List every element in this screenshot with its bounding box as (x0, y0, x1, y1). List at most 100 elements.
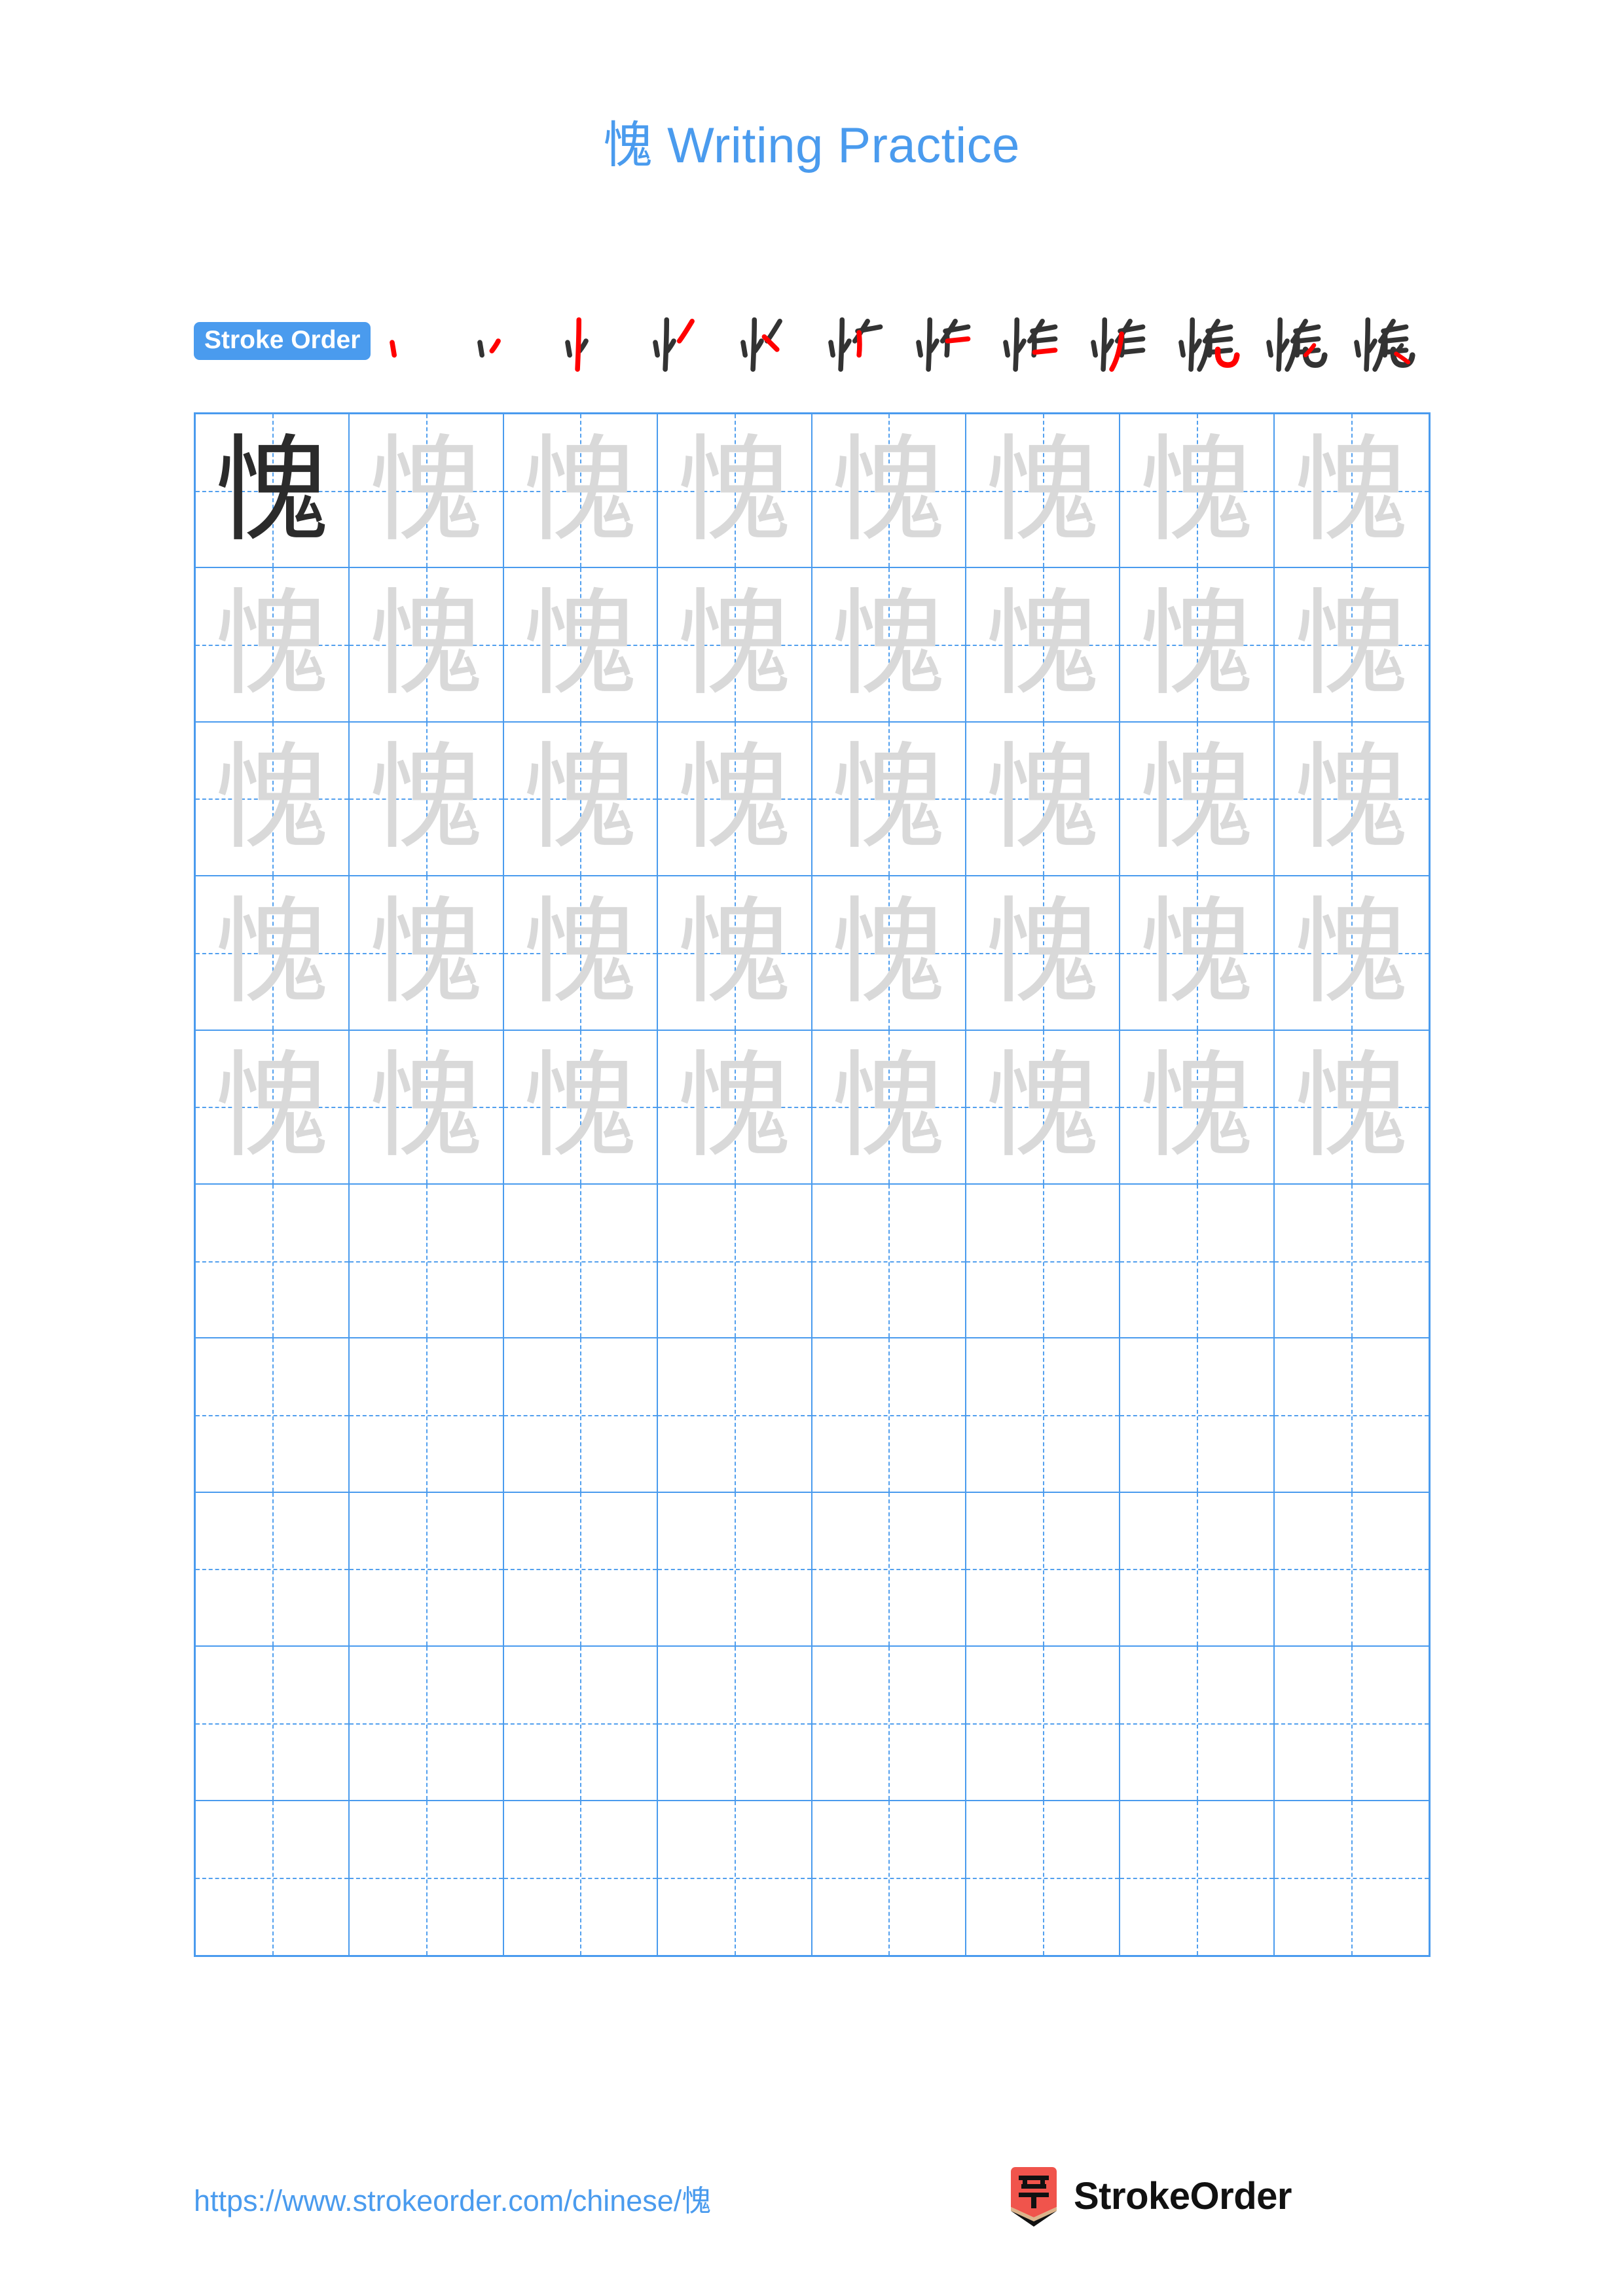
practice-cell-r5-c1[interactable]: 愧 (196, 1030, 350, 1185)
practice-cell-r10-c7[interactable] (1120, 1801, 1275, 1955)
practice-cell-r4-c1[interactable]: 愧 (196, 876, 350, 1031)
practice-cell-r5-c8[interactable]: 愧 (1274, 1030, 1429, 1185)
practice-cell-r6-c5[interactable] (812, 1184, 966, 1339)
practice-cell-r3-c8[interactable]: 愧 (1274, 722, 1429, 877)
practice-cell-r5-c4[interactable]: 愧 (658, 1030, 812, 1185)
practice-cell-r6-c2[interactable] (350, 1184, 504, 1339)
practice-cell-r10-c4[interactable] (658, 1801, 812, 1955)
practice-cell-r4-c8[interactable]: 愧 (1274, 876, 1429, 1031)
practice-cell-r9-c5[interactable] (812, 1647, 966, 1801)
stroke-step-12 (1340, 306, 1427, 376)
practice-cell-r6-c4[interactable] (658, 1184, 812, 1339)
practice-cell-r2-c3[interactable]: 愧 (503, 568, 659, 723)
trace-character: 愧 (676, 577, 792, 712)
practice-cell-r6-c8[interactable] (1274, 1184, 1429, 1339)
practice-cell-r9-c4[interactable] (658, 1647, 812, 1801)
practice-cell-r10-c5[interactable] (812, 1801, 966, 1955)
practice-cell-r8-c5[interactable] (812, 1492, 966, 1647)
practice-cell-r3-c4[interactable]: 愧 (658, 722, 812, 877)
practice-cell-r9-c3[interactable] (503, 1647, 659, 1801)
practice-cell-r2-c1[interactable]: 愧 (196, 568, 350, 723)
practice-cell-r8-c3[interactable] (503, 1492, 659, 1647)
brand-name: StrokeOrder (1074, 2175, 1292, 2217)
practice-cell-r1-c5[interactable]: 愧 (812, 414, 966, 569)
practice-cell-r3-c6[interactable]: 愧 (966, 722, 1121, 877)
trace-character: 愧 (214, 1039, 330, 1174)
practice-cell-r6-c6[interactable] (966, 1184, 1121, 1339)
practice-cell-r5-c5[interactable]: 愧 (812, 1030, 966, 1185)
practice-cell-r7-c7[interactable] (1120, 1338, 1275, 1493)
practice-cell-r10-c3[interactable] (503, 1801, 659, 1955)
footer-url-link[interactable]: https://www.strokeorder.com/chinese/愧 (194, 2177, 711, 2219)
practice-cell-r3-c2[interactable]: 愧 (350, 722, 504, 877)
practice-cell-r7-c2[interactable] (350, 1338, 504, 1493)
practice-cell-r8-c2[interactable] (350, 1492, 504, 1647)
stroke-step-7 (902, 306, 989, 376)
trace-character: 愧 (1139, 731, 1254, 866)
practice-cell-r1-c8[interactable]: 愧 (1274, 414, 1429, 569)
practice-cell-r4-c2[interactable]: 愧 (350, 876, 504, 1031)
practice-cell-r5-c2[interactable]: 愧 (350, 1030, 504, 1185)
practice-cell-r8-c8[interactable] (1274, 1492, 1429, 1647)
practice-cell-r1-c4[interactable]: 愧 (658, 414, 812, 569)
practice-cell-r2-c6[interactable]: 愧 (966, 568, 1121, 723)
practice-cell-r5-c6[interactable]: 愧 (966, 1030, 1121, 1185)
practice-cell-r6-c1[interactable] (196, 1184, 350, 1339)
trace-character: 愧 (522, 577, 638, 712)
practice-cell-r9-c7[interactable] (1120, 1647, 1275, 1801)
practice-cell-r9-c1[interactable] (196, 1647, 350, 1801)
trace-character: 愧 (985, 577, 1101, 712)
practice-cell-r7-c4[interactable] (658, 1338, 812, 1493)
trace-character: 愧 (831, 423, 947, 558)
stroke-order-section: Stroke Order (194, 305, 1431, 377)
practice-cell-r9-c6[interactable] (966, 1647, 1121, 1801)
trace-character: 愧 (522, 731, 638, 866)
practice-cell-r1-c3[interactable]: 愧 (503, 414, 659, 569)
trace-character: 愧 (522, 885, 638, 1020)
practice-cell-r9-c8[interactable] (1274, 1647, 1429, 1801)
stroke-step-3 (551, 306, 638, 376)
practice-cell-r2-c4[interactable]: 愧 (658, 568, 812, 723)
practice-cell-r2-c7[interactable]: 愧 (1120, 568, 1275, 723)
practice-cell-r8-c7[interactable] (1120, 1492, 1275, 1647)
practice-cell-r7-c3[interactable] (503, 1338, 659, 1493)
practice-cell-r4-c5[interactable]: 愧 (812, 876, 966, 1031)
practice-cell-r10-c1[interactable] (196, 1801, 350, 1955)
practice-cell-r7-c1[interactable] (196, 1338, 350, 1493)
practice-cell-r2-c2[interactable]: 愧 (350, 568, 504, 723)
practice-cell-r2-c5[interactable]: 愧 (812, 568, 966, 723)
trace-character: 愧 (985, 885, 1101, 1020)
practice-cell-r6-c7[interactable] (1120, 1184, 1275, 1339)
stroke-step-8 (989, 306, 1076, 376)
practice-cell-r4-c3[interactable]: 愧 (503, 876, 659, 1031)
practice-cell-r6-c3[interactable] (503, 1184, 659, 1339)
practice-cell-r3-c5[interactable]: 愧 (812, 722, 966, 877)
trace-character: 愧 (1294, 731, 1410, 866)
practice-cell-r4-c4[interactable]: 愧 (658, 876, 812, 1031)
practice-cell-r10-c2[interactable] (350, 1801, 504, 1955)
practice-cell-r7-c6[interactable] (966, 1338, 1121, 1493)
practice-cell-r4-c7[interactable]: 愧 (1120, 876, 1275, 1031)
practice-cell-r2-c8[interactable]: 愧 (1274, 568, 1429, 723)
practice-cell-r3-c3[interactable]: 愧 (503, 722, 659, 877)
footer-brand[interactable]: StrokeOrder (1008, 2166, 1292, 2227)
stroke-step-2 (464, 306, 550, 376)
practice-cell-r9-c2[interactable] (350, 1647, 504, 1801)
practice-cell-r8-c4[interactable] (658, 1492, 812, 1647)
practice-cell-r8-c1[interactable] (196, 1492, 350, 1647)
practice-cell-r5-c3[interactable]: 愧 (503, 1030, 659, 1185)
practice-cell-r8-c6[interactable] (966, 1492, 1121, 1647)
practice-cell-r3-c1[interactable]: 愧 (196, 722, 350, 877)
practice-cell-r1-c7[interactable]: 愧 (1120, 414, 1275, 569)
practice-cell-r7-c5[interactable] (812, 1338, 966, 1493)
practice-cell-r1-c1[interactable]: 愧 (196, 414, 350, 569)
practice-cell-r5-c7[interactable]: 愧 (1120, 1030, 1275, 1185)
practice-cell-r3-c7[interactable]: 愧 (1120, 722, 1275, 877)
trace-character: 愧 (214, 885, 330, 1020)
practice-cell-r10-c6[interactable] (966, 1801, 1121, 1955)
practice-cell-r1-c2[interactable]: 愧 (350, 414, 504, 569)
practice-cell-r4-c6[interactable]: 愧 (966, 876, 1121, 1031)
practice-cell-r1-c6[interactable]: 愧 (966, 414, 1121, 569)
practice-cell-r10-c8[interactable] (1274, 1801, 1429, 1955)
practice-cell-r7-c8[interactable] (1274, 1338, 1429, 1493)
